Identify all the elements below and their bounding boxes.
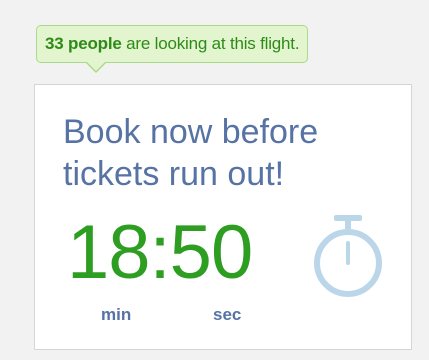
countdown-card: Book now before tickets run out! 18:50 m… [34,84,412,350]
viewer-count: 33 people [45,34,122,53]
timer-minutes: 18 [67,210,151,295]
countdown-timer: 18:50 [67,210,254,295]
seconds-label: sec [213,305,242,324]
timer-separator: : [149,210,171,295]
tooltip-arrow [85,61,107,73]
stopwatch-icon [314,215,382,297]
viewer-message: are looking at this flight. [121,34,300,53]
flight-urgency-widget: 33 people are looking at this flight. Bo… [0,0,429,360]
viewers-tooltip: 33 people are looking at this flight. [36,25,309,73]
timer-seconds: 50 [169,210,254,295]
minutes-label: min [101,305,132,324]
urgency-headline: Book now before tickets run out! [63,113,319,193]
